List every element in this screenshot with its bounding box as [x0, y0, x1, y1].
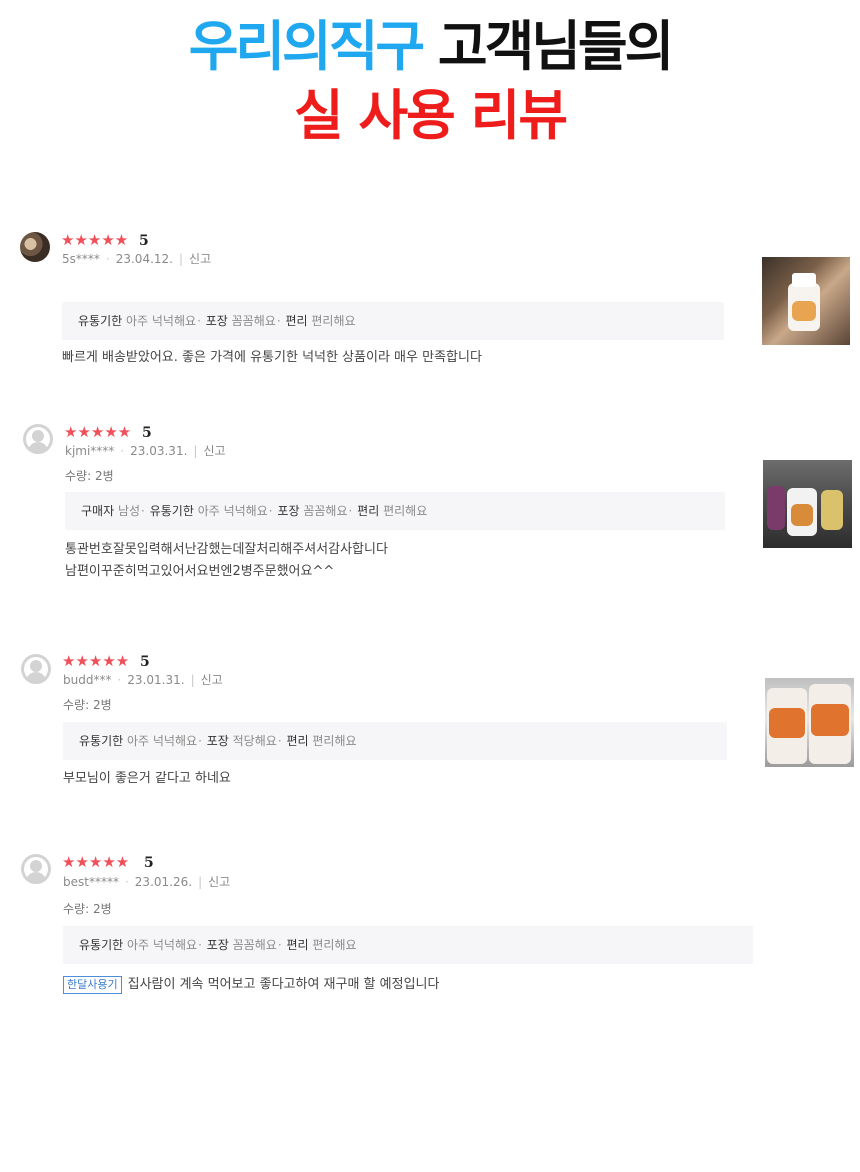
tag-value: 꼼꼼해요	[231, 314, 276, 328]
purchase-quantity: 수량: 2병	[63, 902, 112, 916]
avatar	[21, 854, 51, 884]
rating-stars: ★★★★★	[64, 423, 132, 441]
review-text-line: 한달사용기 집사람이 계속 먹어보고 좋다고하여 재구매 할 예정입니다	[63, 974, 439, 996]
review-text-line: 빠르게 배송받았어요. 좋은 가격에 유통기한 넉넉한 상품이라 매우 만족합니…	[62, 350, 482, 365]
tag-key: 편리	[357, 504, 380, 518]
reviewer-id: best*****	[63, 875, 119, 889]
rating-score: 5	[140, 654, 150, 670]
avatar	[21, 654, 51, 684]
rating-score: 5	[144, 855, 154, 871]
avatar	[23, 424, 53, 454]
review-body: 한달사용기 집사람이 계속 먹어보고 좋다고하여 재구매 할 예정입니다	[63, 974, 439, 996]
purchase-quantity: 수량: 2병	[63, 698, 112, 712]
review-body: 빠르게 배송받았어요. 좋은 가격에 유통기한 넉넉한 상품이라 매우 만족합니…	[62, 347, 482, 369]
review-text-line: 통관번호잘못입력해서난감했는데잘처리해주셔서감사합니다	[65, 542, 388, 557]
tag-key: 포장	[206, 734, 229, 748]
review-item: ★★★★★ 5 5s**** · 23.04.12. | 신고 유통기한 아주 넉넉해요…	[0, 226, 860, 396]
review-item: ★★★★★ 5 best***** · 23.01.26. | 신고 수량: 2병 유통…	[0, 850, 860, 1010]
rating-score: 5	[142, 425, 152, 441]
review-meta: best***** · 23.01.26. | 신고	[63, 875, 231, 889]
tag-value: 아주 넉넉해요	[127, 938, 198, 952]
review-photo-thumbnail[interactable]	[765, 678, 854, 767]
review-text-line: 남편이꾸준히먹고있어서요번엔2병주문했어요^^	[65, 564, 335, 579]
purchase-quantity: 수량: 2병	[65, 469, 114, 483]
rating-score: 5	[139, 233, 149, 249]
tag-value: 편리해요	[383, 504, 428, 518]
review-photo-thumbnail[interactable]	[762, 257, 850, 345]
hero-subtitle-text: 실 사용 리뷰	[294, 84, 568, 147]
report-link[interactable]: 신고	[201, 673, 223, 687]
tag-value: 편리해요	[312, 938, 357, 952]
tag-key: 유통기한	[149, 504, 194, 518]
review-item: ★★★★★ 5 kjmi**** · 23.03.31. | 신고 수량: 2병 구매자…	[0, 420, 860, 620]
hero-title-black: 고객님들의	[422, 15, 674, 78]
tag-key: 구매자	[81, 504, 115, 518]
tag-value: 편리해요	[312, 734, 357, 748]
tag-value: 꼼꼼해요	[232, 938, 277, 952]
tag-value: 아주 넉넉해요	[126, 314, 197, 328]
hero-title: 우리의직구 고객님들의	[0, 14, 860, 80]
report-link[interactable]: 신고	[203, 444, 225, 458]
tag-key: 포장	[205, 314, 228, 328]
tag-value: 편리해요	[311, 314, 356, 328]
review-text-line: 부모님이 좋은거 같다고 하네요	[63, 771, 231, 786]
hero-subtitle: 실 사용 리뷰	[0, 84, 860, 148]
review-tags: 유통기한 아주 넉넉해요· 포장 꼼꼼해요· 편리 편리해요	[62, 302, 724, 340]
review-tags: 유통기한 아주 넉넉해요· 포장 적당해요· 편리 편리해요	[63, 722, 727, 760]
report-link[interactable]: 신고	[189, 252, 211, 266]
tag-value: 남성	[117, 504, 141, 518]
tag-value: 아주 넉넉해요	[197, 504, 268, 518]
rating-stars: ★★★★★	[62, 652, 130, 670]
tag-key: 유통기한	[78, 314, 123, 328]
review-tags: 구매자 남성· 유통기한 아주 넉넉해요· 포장 꼼꼼해요· 편리 편리해요	[65, 492, 725, 530]
review-tags: 유통기한 아주 넉넉해요· 포장 꼼꼼해요· 편리 편리해요	[63, 926, 753, 964]
hero-subtitle-red: 실 사용 리뷰	[256, 84, 614, 148]
review-text: 집사람이 계속 먹어보고 좋다고하여 재구매 할 예정입니다	[127, 977, 440, 992]
tag-key: 포장	[277, 504, 300, 518]
tag-key: 포장	[206, 938, 229, 952]
review-body: 통관번호잘못입력해서난감했는데잘처리해주셔서감사합니다 남편이꾸준히먹고있어서요…	[65, 539, 388, 583]
tag-value: 꼼꼼해요	[303, 504, 348, 518]
tag-key: 유통기한	[79, 938, 124, 952]
hero-header: 우리의직구 고객님들의 실 사용 리뷰	[0, 0, 860, 180]
review-date: 23.04.12.	[115, 252, 173, 266]
review-date: 23.03.31.	[130, 444, 188, 458]
reviewer-id: budd***	[63, 673, 112, 687]
tag-key: 편리	[286, 938, 309, 952]
tag-value: 아주 넉넉해요	[127, 734, 198, 748]
review-meta: 5s**** · 23.04.12. | 신고	[62, 252, 212, 266]
review-photo-thumbnail[interactable]	[763, 460, 852, 548]
tag-key: 유통기한	[79, 734, 124, 748]
rating-stars: ★★★★★	[62, 853, 130, 871]
review-date: 23.01.31.	[127, 673, 185, 687]
review-date: 23.01.26.	[134, 875, 193, 889]
tag-key: 편리	[285, 314, 308, 328]
reviewer-id: kjmi****	[65, 444, 115, 458]
report-link[interactable]: 신고	[208, 875, 230, 889]
reviewer-id: 5s****	[62, 252, 100, 266]
rating-stars: ★★★★★	[61, 231, 129, 249]
month-use-badge: 한달사용기	[63, 976, 122, 994]
avatar	[20, 232, 50, 262]
review-meta: budd*** · 23.01.31. | 신고	[63, 673, 223, 687]
review-body: 부모님이 좋은거 같다고 하네요	[63, 768, 231, 790]
tag-value: 적당해요	[232, 734, 277, 748]
tag-key: 편리	[286, 734, 309, 748]
review-item: ★★★★★ 5 budd*** · 23.01.31. | 신고 수량: 2병 유통기한…	[0, 648, 860, 818]
hero-title-blue: 우리의직구	[188, 15, 425, 78]
review-meta: kjmi**** · 23.03.31. | 신고	[65, 444, 226, 458]
